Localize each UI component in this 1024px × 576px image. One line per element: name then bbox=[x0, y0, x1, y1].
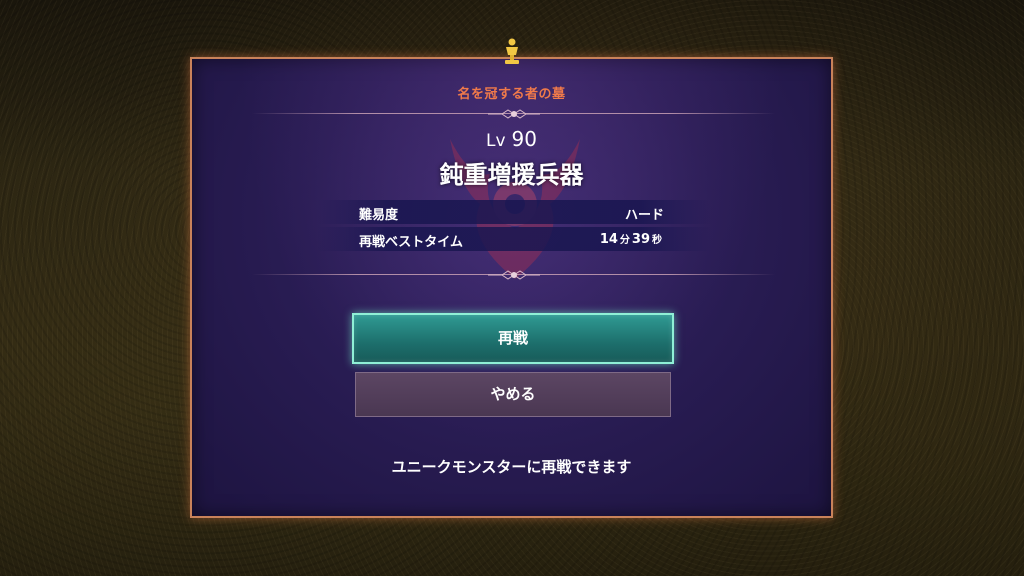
best-time-row: 再戦ベストタイム 14 分 39 秒 bbox=[317, 227, 712, 251]
hint-text: ユニークモンスターに再戦できます bbox=[391, 458, 632, 476]
retry-button[interactable]: 再戦 bbox=[352, 313, 674, 364]
quit-button[interactable]: やめる bbox=[355, 372, 671, 417]
retry-dialog: 名を冠する者の墓 Lv 90 鈍重増援兵器 難易度 ハード 再戦ベストタイム 14… bbox=[190, 57, 833, 518]
best-time-label: 再戦ベストタイム bbox=[359, 235, 464, 250]
trophy-icon bbox=[505, 38, 519, 64]
best-time-seconds: 39 bbox=[631, 232, 650, 247]
best-time-minutes: 14 bbox=[599, 232, 618, 247]
difficulty-label: 難易度 bbox=[359, 208, 399, 223]
boss-name: 鈍重増援兵器 bbox=[439, 161, 584, 189]
best-time-value: 14 分 39 秒 bbox=[600, 231, 664, 247]
minutes-unit: 分 bbox=[619, 235, 630, 246]
level-value: 90 bbox=[511, 127, 537, 151]
difficulty-row: 難易度 ハード bbox=[317, 200, 712, 224]
seconds-unit: 秒 bbox=[652, 235, 662, 246]
location-title: 名を冠する者の墓 bbox=[457, 87, 566, 102]
difficulty-value: ハード bbox=[624, 208, 664, 223]
divider-top bbox=[252, 108, 775, 120]
level-prefix: Lv bbox=[486, 131, 506, 151]
boss-level: Lv 90 bbox=[192, 127, 831, 151]
divider-bottom bbox=[252, 269, 775, 281]
